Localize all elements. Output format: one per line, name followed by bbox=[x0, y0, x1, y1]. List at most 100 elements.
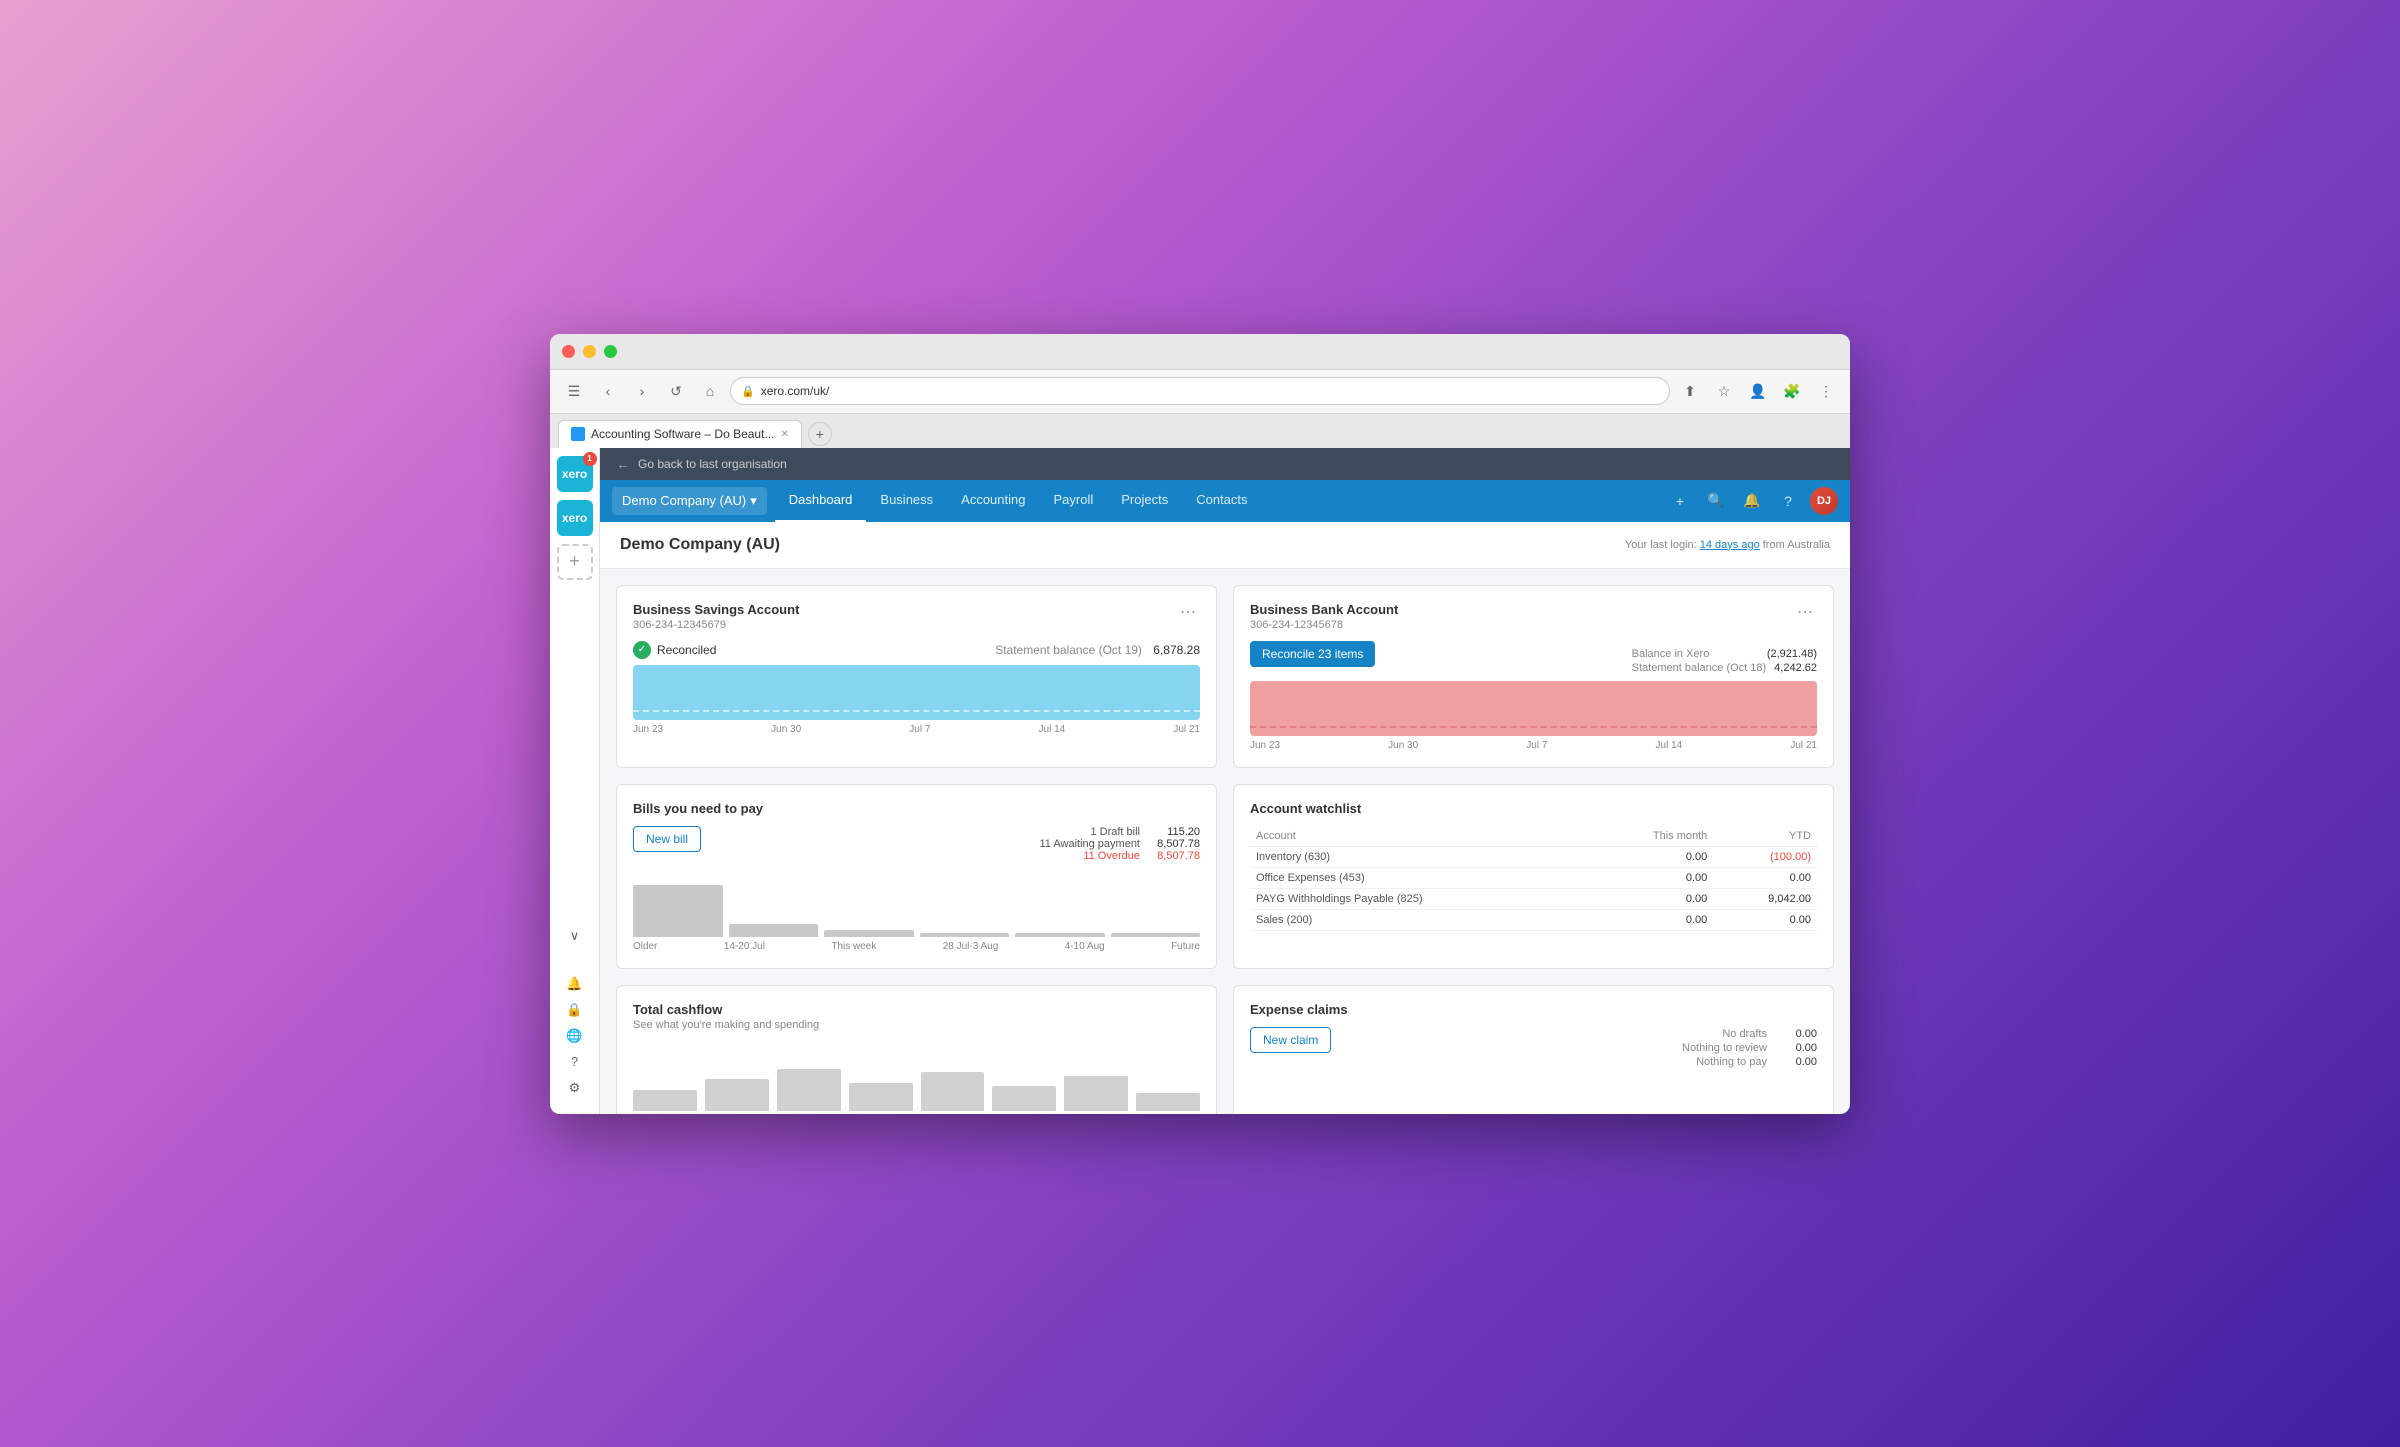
new-bill-button[interactable]: New bill bbox=[633, 826, 701, 852]
xero-sidebar: xero 1 xero + ∨ 🔔 🔒 🌐 ? ⚙ bbox=[550, 448, 600, 1114]
col-ytd: YTD bbox=[1713, 826, 1817, 847]
sidebar-chevron-down[interactable]: ∨ bbox=[565, 926, 585, 946]
widget-menu-button[interactable]: ⋯ bbox=[1176, 602, 1200, 622]
chart-x-labels: Jun 23 Jun 30 Jul 7 Jul 14 Jul 21 bbox=[1250, 740, 1817, 751]
expense-rows: No drafts 0.00 Nothing to review 0.00 No… bbox=[1682, 1027, 1817, 1069]
chart-line bbox=[1250, 726, 1817, 728]
chart-line bbox=[633, 710, 1200, 712]
awaiting-row: 11 Awaiting payment 8,507.78 bbox=[1040, 838, 1201, 850]
nav-dashboard[interactable]: Dashboard bbox=[775, 480, 867, 522]
watchlist-row: PAYG Withholdings Payable (825) 0.00 9,0… bbox=[1250, 888, 1817, 909]
nav-accounting[interactable]: Accounting bbox=[947, 480, 1039, 522]
chart-x-labels: Jun 23 Jun 30 Jul 7 Jul 14 Jul 21 bbox=[633, 724, 1200, 735]
drafts-row: No drafts 0.00 bbox=[1682, 1027, 1817, 1041]
close-button[interactable] bbox=[562, 345, 575, 358]
review-row: Nothing to review 0.00 bbox=[1682, 1041, 1817, 1055]
watchlist-row: Sales (200) 0.00 0.00 bbox=[1250, 909, 1817, 930]
cf-bar bbox=[1064, 1076, 1128, 1111]
nav-search-button[interactable]: 🔍 bbox=[1702, 487, 1730, 515]
nav-contacts[interactable]: Contacts bbox=[1182, 480, 1261, 522]
home-button[interactable]: ⌂ bbox=[696, 377, 724, 405]
bar-4-10 bbox=[1015, 933, 1105, 936]
sidebar-alerts-icon[interactable]: 🔔 bbox=[565, 974, 585, 994]
minimize-button[interactable] bbox=[583, 345, 596, 358]
savings-chart bbox=[633, 665, 1200, 720]
new-tab-button[interactable]: + bbox=[808, 422, 832, 446]
account-number: 306-234-12345678 bbox=[1250, 619, 1398, 631]
nav-items: Dashboard Business Accounting Payroll Pr… bbox=[775, 480, 1666, 522]
back-button[interactable]: ‹ bbox=[594, 377, 622, 405]
widget-menu-button[interactable]: ⋯ bbox=[1793, 602, 1817, 622]
active-tab[interactable]: Accounting Software – Do Beaut... ✕ bbox=[558, 420, 802, 448]
sidebar-settings-icon[interactable]: ⚙ bbox=[565, 1078, 585, 1098]
back-bar-text[interactable]: Go back to last organisation bbox=[638, 457, 787, 471]
widget-header: Bills you need to pay bbox=[633, 801, 1200, 816]
nav-bar: Demo Company (AU) ▾ Dashboard Business A… bbox=[600, 480, 1850, 522]
reload-button[interactable]: ↺ bbox=[662, 377, 690, 405]
account-watchlist-widget: Account watchlist Account This month YTD bbox=[1233, 784, 1834, 969]
bills-widget: Bills you need to pay New bill 1 Draft b… bbox=[616, 784, 1217, 969]
bills-chart bbox=[633, 872, 1200, 937]
col-this-month: This month bbox=[1588, 826, 1714, 847]
cf-bar bbox=[849, 1083, 913, 1111]
address-bar[interactable]: 🔒 xero.com/uk/ bbox=[730, 377, 1670, 405]
xero-org2-icon[interactable]: xero bbox=[557, 500, 593, 536]
company-selector[interactable]: Demo Company (AU) ▾ bbox=[612, 487, 767, 515]
bank-balance-section: Reconcile 23 items Balance in Xero (2,92… bbox=[1250, 641, 1817, 675]
menu-button[interactable]: ⋮ bbox=[1812, 377, 1840, 405]
widget-header: Account watchlist bbox=[1250, 801, 1817, 816]
expense-claims-widget: Expense claims New claim No drafts 0.00 bbox=[1233, 985, 1834, 1114]
share-button[interactable]: ⬆ bbox=[1676, 377, 1704, 405]
user-avatar[interactable]: DJ bbox=[1810, 487, 1838, 515]
browser-toolbar: ☰ ‹ › ↺ ⌂ 🔒 xero.com/uk/ ⬆ ☆ 👤 🧩 ⋮ bbox=[550, 370, 1850, 414]
extensions-button[interactable]: 🧩 bbox=[1778, 377, 1806, 405]
sidebar-help-icon[interactable]: ? bbox=[565, 1052, 585, 1072]
tab-title: Accounting Software – Do Beaut... bbox=[591, 427, 774, 441]
statement-row: Statement balance (Oct 18) 4,242.62 bbox=[1632, 661, 1817, 675]
sidebar-toggle-button[interactable]: ☰ bbox=[560, 377, 588, 405]
widget-title: Total cashflow bbox=[633, 1002, 819, 1017]
new-claim-button[interactable]: New claim bbox=[1250, 1027, 1331, 1053]
sidebar-lock-icon[interactable]: 🔒 bbox=[565, 1000, 585, 1020]
widget-title: Business Bank Account bbox=[1250, 602, 1398, 617]
expense-actions: New claim No drafts 0.00 Nothing to revi… bbox=[1250, 1027, 1817, 1069]
xero-org1-icon[interactable]: xero 1 bbox=[557, 456, 593, 492]
sidebar-globe-icon[interactable]: 🌐 bbox=[565, 1026, 585, 1046]
pay-row: Nothing to pay 0.00 bbox=[1682, 1055, 1817, 1069]
nav-add-button[interactable]: + bbox=[1666, 487, 1694, 515]
nav-help-button[interactable]: ? bbox=[1774, 487, 1802, 515]
bills-actions: New bill 1 Draft bill 115.20 11 Awaiting… bbox=[633, 826, 1200, 862]
tabs-bar: Accounting Software – Do Beaut... ✕ + bbox=[550, 414, 1850, 448]
nav-payroll[interactable]: Payroll bbox=[1039, 480, 1107, 522]
nav-business[interactable]: Business bbox=[866, 480, 947, 522]
nav-projects[interactable]: Projects bbox=[1107, 480, 1182, 522]
add-org-button[interactable]: + bbox=[557, 544, 593, 580]
maximize-button[interactable] bbox=[604, 345, 617, 358]
bills-summary: 1 Draft bill 115.20 11 Awaiting payment … bbox=[1040, 826, 1201, 862]
widget-title: Expense claims bbox=[1250, 1002, 1348, 1017]
browser-window: ☰ ‹ › ↺ ⌂ 🔒 xero.com/uk/ ⬆ ☆ 👤 🧩 ⋮ Accou… bbox=[550, 334, 1850, 1114]
bills-x-labels: Older 14-20 Jul This week 28 Jul-3 Aug 4… bbox=[633, 941, 1200, 952]
user-initials: DJ bbox=[1817, 495, 1831, 507]
tab-close-button[interactable]: ✕ bbox=[780, 429, 788, 440]
bookmark-button[interactable]: ☆ bbox=[1710, 377, 1738, 405]
tab-favicon bbox=[571, 427, 585, 441]
business-bank-widget: Business Bank Account 306-234-12345678 ⋯… bbox=[1233, 585, 1834, 768]
xero-main: ← Go back to last organisation Demo Comp… bbox=[600, 448, 1850, 1114]
check-circle-icon: ✓ bbox=[633, 641, 651, 659]
watchlist-row: Inventory (630) 0.00 (100.00) bbox=[1250, 846, 1817, 867]
widget-header: Expense claims bbox=[1250, 1002, 1817, 1017]
company-name: Demo Company (AU) bbox=[622, 493, 746, 508]
reconcile-button[interactable]: Reconcile 23 items bbox=[1250, 641, 1375, 667]
bar-14-20 bbox=[729, 924, 819, 937]
page-content: Demo Company (AU) Your last login: 14 da… bbox=[600, 522, 1850, 1114]
cf-bar bbox=[992, 1086, 1056, 1111]
watchlist-table: Account This month YTD Inventory (630) 0… bbox=[1250, 826, 1817, 931]
last-login-link[interactable]: 14 days ago bbox=[1700, 539, 1760, 551]
overdue-row: 11 Overdue 8,507.78 bbox=[1040, 850, 1201, 862]
balance-rows: Balance in Xero (2,921.48) Statement bal… bbox=[1632, 647, 1817, 675]
forward-button[interactable]: › bbox=[628, 377, 656, 405]
nav-notifications-button[interactable]: 🔔 bbox=[1738, 487, 1766, 515]
profile-button[interactable]: 👤 bbox=[1744, 377, 1772, 405]
lock-icon: 🔒 bbox=[741, 385, 755, 398]
